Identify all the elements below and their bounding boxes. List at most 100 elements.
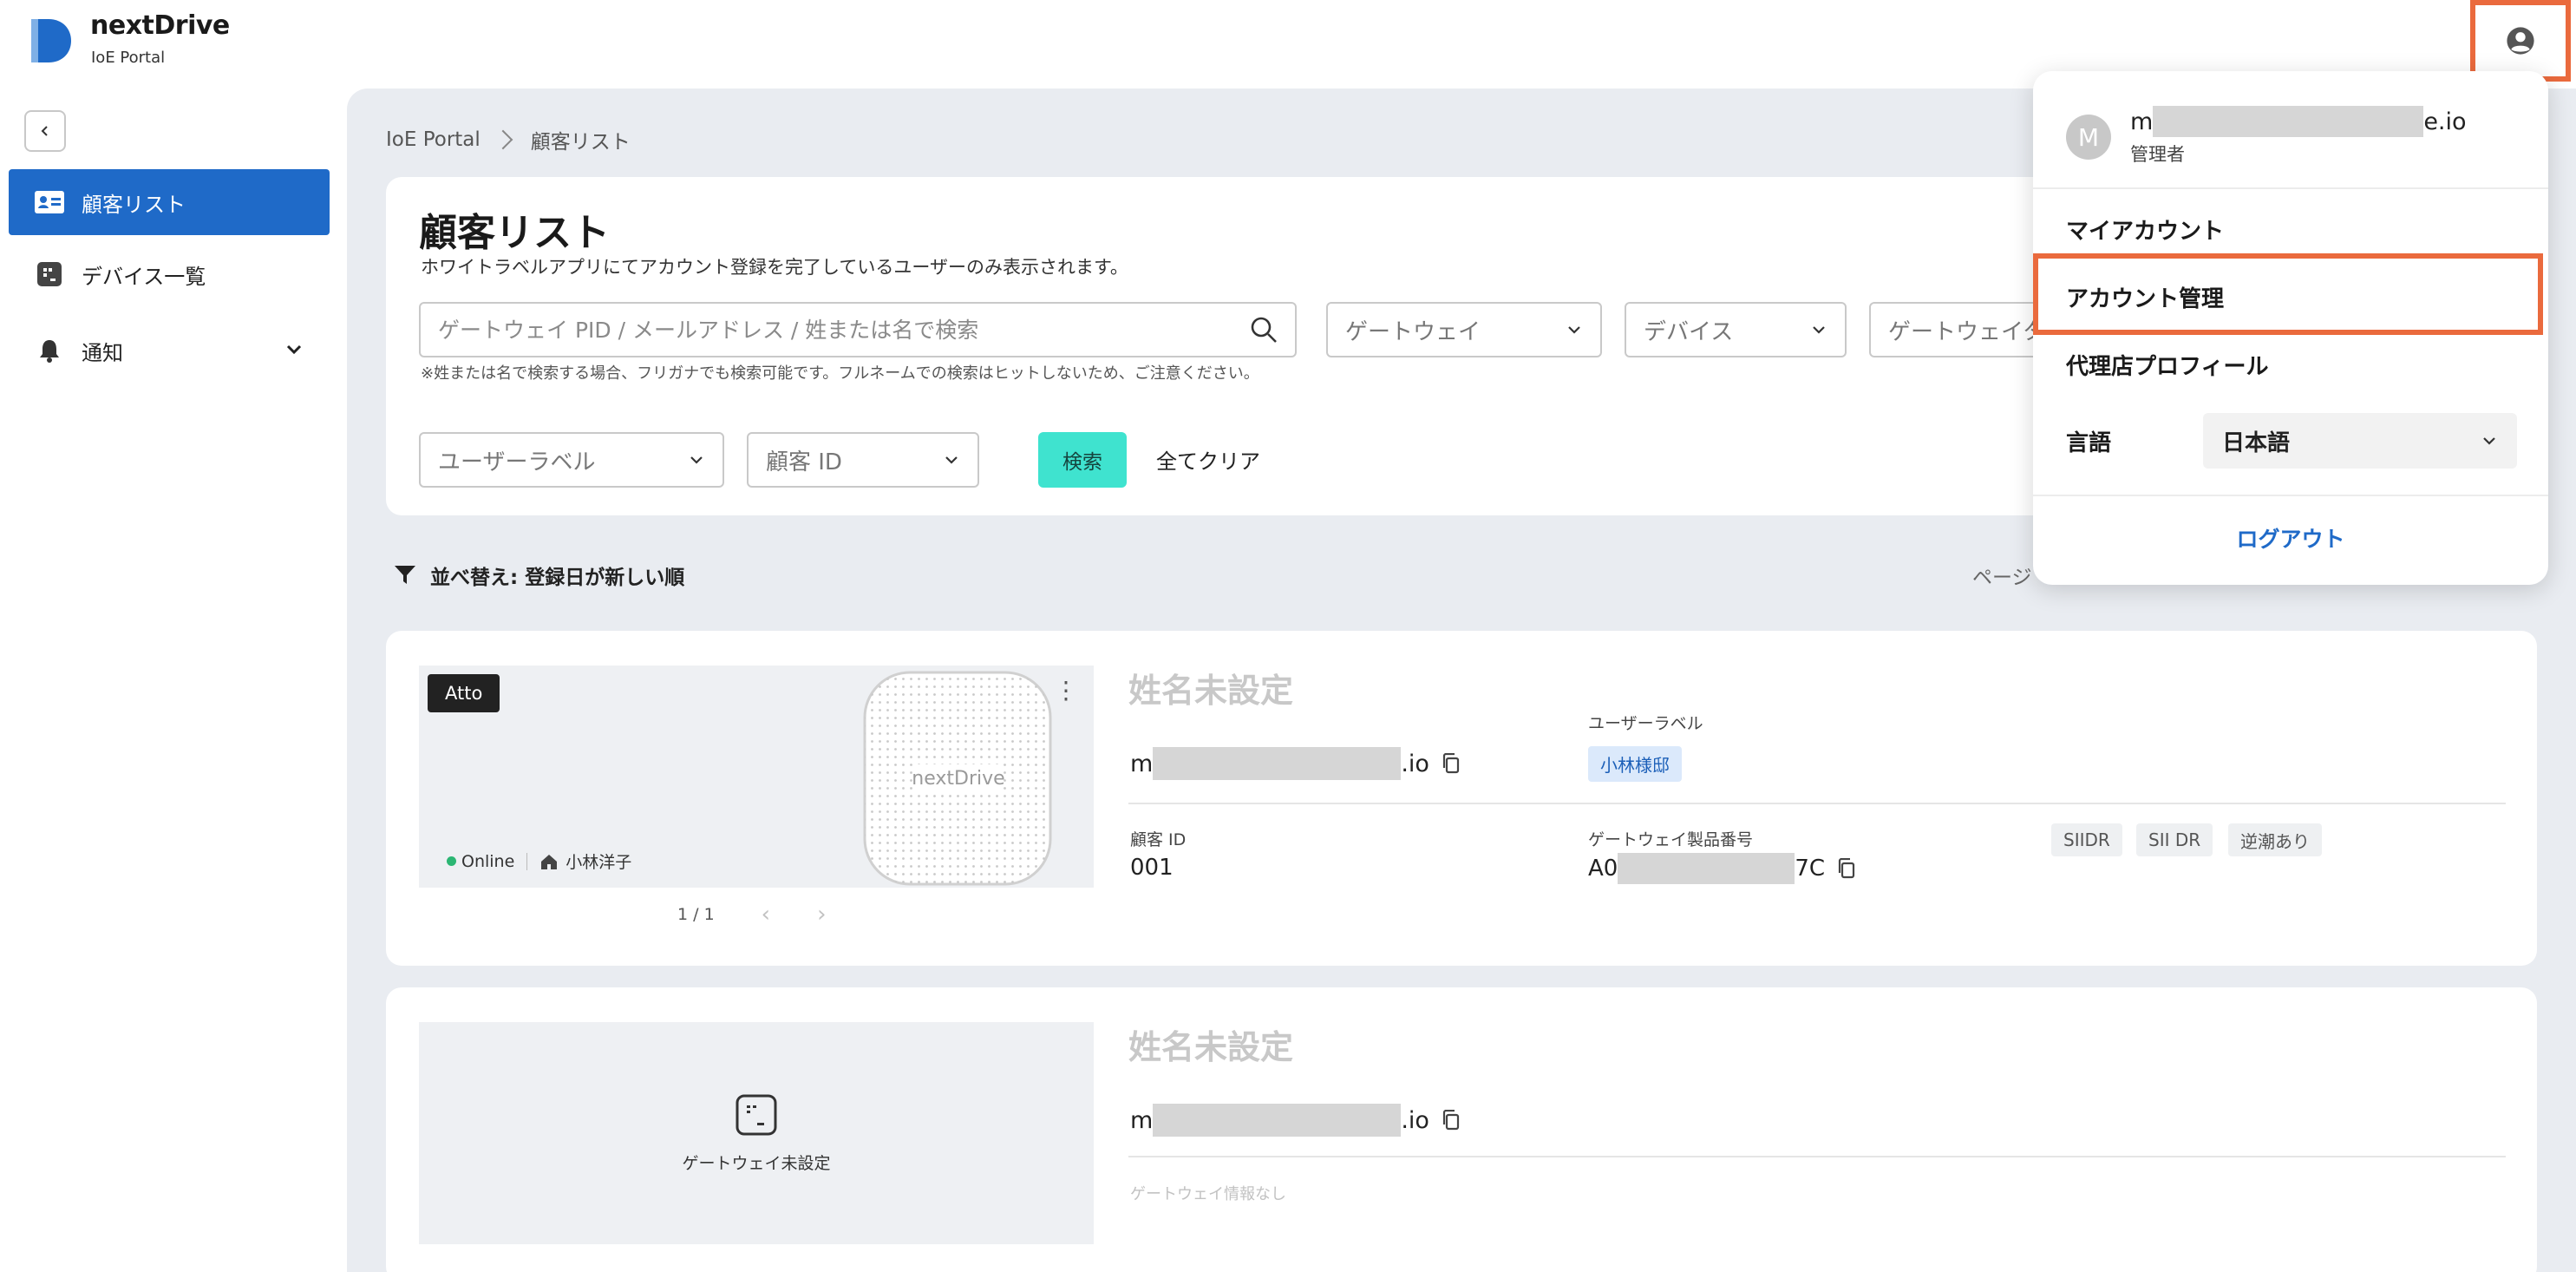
user-label-chip: 小林様邸 (1588, 746, 1682, 782)
customer-name: 姓名未設定 (1128, 672, 1294, 710)
customer-card[interactable]: ゲートウェイ未設定 姓名未設定 m .io ゲートウェイ情報なし (386, 987, 2537, 1272)
chevron-down-icon (2483, 437, 2495, 445)
brand-name: nextDrive (90, 10, 230, 41)
page-description: ホワイトラベルアプリにてアカウント登録を完了しているユーザーのみ表示されます。 (421, 257, 1128, 278)
page-title: 顧客リスト (419, 211, 610, 255)
user-account-button[interactable] (2470, 0, 2571, 82)
dropdown-label: デバイス (1644, 318, 1734, 345)
divider (1128, 1156, 2506, 1157)
customer-id-title: 顧客 ID (1130, 830, 1187, 849)
chevron-down-icon (945, 456, 958, 464)
avatar: M (2066, 115, 2111, 160)
nextdrive-logo (31, 19, 71, 62)
breadcrumb-root[interactable]: IoE Portal (386, 128, 481, 151)
gateway-device-image: nextDrive (863, 671, 1052, 886)
logout-button[interactable]: ログアウト (2033, 522, 2548, 554)
device-dropdown[interactable]: デバイス (1625, 302, 1847, 357)
customer-card[interactable]: Atto nextDrive ⋮ Online 小林洋子 1 / 1 ‹ › 姓… (386, 631, 2537, 966)
search-button[interactable]: 検索 (1038, 432, 1127, 488)
redacted-mask (2153, 106, 2424, 137)
breadcrumb: IoE Portal 顧客リスト (386, 125, 631, 154)
language-select[interactable]: 日本語 (2203, 413, 2517, 469)
clear-all-button[interactable]: 全てクリア (1156, 444, 1260, 475)
chevron-down-icon (1568, 326, 1580, 334)
sidebar-item-notifications[interactable]: 通知 (9, 318, 330, 384)
chevron-left-icon (41, 126, 48, 136)
customer-id-dropdown[interactable]: 顧客 ID (747, 432, 979, 488)
online-status-dot (447, 856, 456, 866)
user-label-title: ユーザーラベル (1588, 714, 1703, 733)
more-options-icon[interactable]: ⋮ (1054, 679, 1078, 703)
gateway-unset-text: ゲートウェイ未設定 (682, 1153, 831, 1173)
gateway-serial-title: ゲートウェイ製品番号 (1588, 830, 1754, 849)
copy-icon[interactable] (1837, 858, 1856, 879)
chevron-right-icon (493, 129, 513, 150)
next-arrow-icon[interactable]: › (817, 902, 826, 928)
brand-subtitle: IoE Portal (91, 49, 166, 67)
gateway-unset-box: ゲートウェイ未設定 (419, 1022, 1094, 1244)
gateway-image-box: Atto nextDrive ⋮ Online 小林洋子 (419, 666, 1094, 888)
redacted-mask (1153, 747, 1402, 780)
serial-suffix: 7C (1795, 856, 1826, 882)
search-note: ※姓または名で検索する場合、フリガナでも検索可能です。フルネームでの検索はヒット… (421, 364, 1259, 383)
sidebar-item-customer-list[interactable]: 顧客リスト (9, 169, 330, 235)
search-box[interactable] (419, 302, 1297, 357)
copy-icon[interactable] (1442, 1110, 1461, 1131)
dropdown-label: 顧客 ID (766, 449, 842, 475)
redacted-mask (1153, 1104, 1402, 1137)
language-label: 言語 (2066, 430, 2112, 456)
email-prefix: m (1130, 750, 1154, 777)
bell-icon (33, 334, 66, 367)
gateway-serial-value: A0 7C (1588, 853, 1856, 884)
email-suffix: .io (1401, 1106, 1429, 1134)
prev-arrow-icon[interactable]: ‹ (762, 902, 770, 928)
chevron-down-icon (286, 344, 302, 355)
home-icon (541, 854, 558, 869)
chevron-down-icon (690, 456, 703, 464)
customer-email: m .io (1130, 747, 1461, 780)
id-card-icon (33, 186, 66, 219)
dropdown-label: ゲートウェイタ (1888, 318, 2045, 345)
model-badge: Atto (428, 674, 500, 712)
menu-item-my-account[interactable]: マイアカウント (2066, 213, 2224, 246)
user-circle-icon (2507, 27, 2534, 55)
feature-tag: SII DR (2136, 823, 2213, 856)
status-text: Online (461, 851, 515, 871)
sidebar-item-device-list[interactable]: デバイス一覧 (9, 241, 330, 307)
pager-text: 1 / 1 (677, 905, 715, 924)
language-value: 日本語 (2222, 429, 2291, 456)
dropdown-label: ゲートウェイ (1345, 318, 1481, 345)
user-label-dropdown[interactable]: ユーザーラベル (419, 432, 724, 488)
divider (526, 852, 528, 870)
search-input[interactable] (438, 317, 1250, 343)
menu-item-agency-profile[interactable]: 代理店プロフィール (2066, 349, 2268, 381)
user-menu: M m e.io 管理者 マイアカウント アカウント管理 代理店プロフィール 言… (2033, 71, 2548, 585)
home-name: 小林洋子 (566, 853, 632, 872)
menu-email: m e.io (2130, 106, 2467, 137)
filter-icon (395, 566, 415, 584)
page-label: ページ (1972, 567, 2032, 589)
redacted-mask (1618, 853, 1795, 884)
customer-email: m .io (1130, 1104, 1461, 1137)
email-suffix: e.io (2423, 108, 2467, 135)
customer-id-value: 001 (1130, 855, 1174, 881)
copy-icon[interactable] (1442, 753, 1461, 774)
email-prefix: m (2130, 108, 2154, 135)
divider (2033, 495, 2548, 496)
chevron-down-icon (1813, 326, 1825, 334)
gateway-dropdown[interactable]: ゲートウェイ (1326, 302, 1602, 357)
divider (1128, 803, 2506, 804)
email-suffix: .io (1401, 750, 1429, 777)
gateway-none-text: ゲートウェイ情報なし (1130, 1185, 1286, 1203)
sidebar-collapse-button[interactable] (24, 110, 66, 152)
image-pager: 1 / 1 ‹ › (677, 902, 826, 928)
sidebar-item-label: 顧客リスト (82, 192, 186, 217)
sort-label: 並べ替え: 登録日が新しい順 (430, 567, 685, 589)
menu-item-account-management[interactable]: アカウント管理 (2066, 281, 2224, 313)
breadcrumb-current: 顧客リスト (530, 131, 631, 154)
search-icon[interactable] (1250, 316, 1278, 344)
serial-prefix: A0 (1588, 856, 1618, 882)
sidebar-item-label: デバイス一覧 (82, 264, 206, 289)
device-brand-label: nextDrive (912, 768, 1004, 790)
sort-control[interactable]: 並べ替え: 登録日が新しい順 (394, 561, 684, 590)
